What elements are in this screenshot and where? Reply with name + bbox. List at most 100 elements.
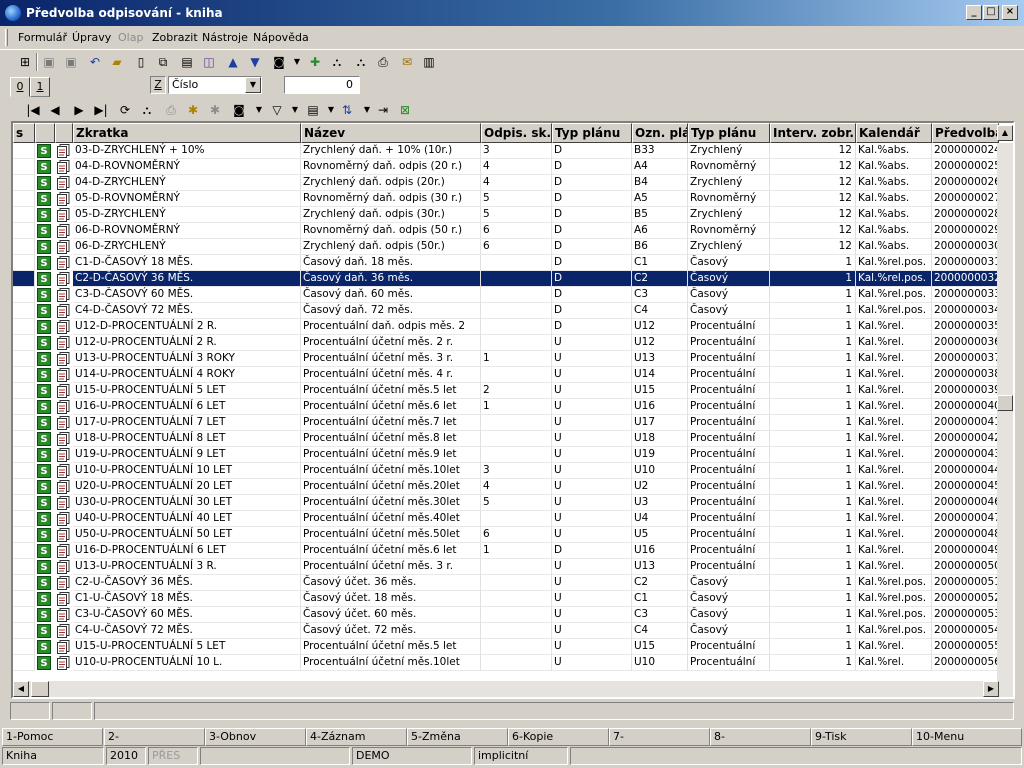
table-row[interactable]: S 06-D-ROVNOMĚRNÝ Rovnoměrný daň. odpis (5… <box>13 223 999 239</box>
vertical-scrollbar[interactable] <box>997 143 1013 681</box>
cell-kalendar[interactable]: Kal.%rel. <box>856 447 932 463</box>
arrow-up-icon[interactable]: ▲ <box>224 53 242 71</box>
clipboard-icon[interactable]: ▥ <box>420 53 438 71</box>
cell-typ-planu[interactable]: U <box>552 415 632 431</box>
cell-odpis-sk[interactable] <box>481 623 552 639</box>
cell-typ-planu[interactable]: U <box>552 367 632 383</box>
cell-typ-planu[interactable]: D <box>552 271 632 287</box>
undo-icon[interactable]: ↶ <box>86 53 104 71</box>
cell-odpis-sk[interactable] <box>481 287 552 303</box>
fkey-10[interactable]: 10-Menu <box>912 728 1022 746</box>
cell-ozn-planu[interactable]: U15 <box>632 383 688 399</box>
cell-zkratka[interactable]: U20-U-PROCENTUÁLNÍ 20 LET <box>73 479 301 495</box>
cell-predvolba[interactable]: 2000000045 <box>932 479 999 495</box>
table-row[interactable]: S U16-D-PROCENTUÁLNÍ 6 LET Procentuální úč… <box>13 543 999 559</box>
cell-predvolba[interactable]: 2000000042 <box>932 431 999 447</box>
table-row[interactable]: S U12-D-PROCENTUÁLNÍ 2 R. Procentuální daň… <box>13 319 999 335</box>
cell-zkratka[interactable]: 05-D-ZRYCHLENÝ <box>73 207 301 223</box>
cell-typ-planu-2[interactable]: Procentuální <box>688 383 770 399</box>
tab-1[interactable]: 1 <box>30 77 50 97</box>
refresh-icon[interactable]: ⟳ <box>116 101 134 119</box>
row-selector[interactable] <box>13 335 35 351</box>
cell-nazev[interactable]: Zrychlený daň. odpis (50r.) <box>301 239 481 255</box>
cell-nazev[interactable]: Časový účet. 18 měs. <box>301 591 481 607</box>
cell-nazev[interactable]: Procentuální účetní měs.10let <box>301 463 481 479</box>
cell-zkratka[interactable]: U50-U-PROCENTUÁLNÍ 50 LET <box>73 527 301 543</box>
cell-zkratka[interactable]: C1-D-ČASOVÝ 18 MĚS. <box>73 255 301 271</box>
cell-odpis-sk[interactable] <box>481 255 552 271</box>
cell-predvolba[interactable]: 2000000027 <box>932 191 999 207</box>
cell-kalendar[interactable]: Kal.%rel. <box>856 415 932 431</box>
cell-odpis-sk[interactable] <box>481 575 552 591</box>
tree-icon[interactable]: ⊞ <box>16 53 34 71</box>
cell-odpis-sk[interactable]: 3 <box>481 143 552 159</box>
column-header-odpis-sk[interactable]: Odpis. sk. <box>481 123 552 143</box>
cell-kalendar[interactable]: Kal.%rel. <box>856 431 932 447</box>
camera-icon[interactable]: ◙ <box>230 101 248 119</box>
cell-odpis-sk[interactable] <box>481 591 552 607</box>
cell-interv-zobr[interactable]: 1 <box>770 255 856 271</box>
cell-typ-planu[interactable]: U <box>552 479 632 495</box>
cell-interv-zobr[interactable]: 1 <box>770 335 856 351</box>
fkey-4[interactable]: 4-Záznam <box>306 728 407 746</box>
row-selector[interactable] <box>13 607 35 623</box>
cell-odpis-sk[interactable] <box>481 415 552 431</box>
cell-ozn-planu[interactable]: U12 <box>632 319 688 335</box>
cell-kalendar[interactable]: Kal.%rel. <box>856 335 932 351</box>
cell-typ-planu-2[interactable]: Procentuální <box>688 399 770 415</box>
table-row[interactable]: S U17-U-PROCENTUÁLNÍ 7 LET Procentuální úč… <box>13 415 999 431</box>
cell-typ-planu[interactable]: D <box>552 319 632 335</box>
cell-zkratka[interactable]: U40-U-PROCENTUÁLNÍ 40 LET <box>73 511 301 527</box>
cell-predvolba[interactable]: 2000000055 <box>932 639 999 655</box>
cell-zkratka[interactable]: U10-U-PROCENTUÁLNÍ 10 LET <box>73 463 301 479</box>
row-selector[interactable] <box>13 575 35 591</box>
cell-odpis-sk[interactable] <box>481 303 552 319</box>
cell-interv-zobr[interactable]: 1 <box>770 319 856 335</box>
table-row[interactable]: S 04-D-ROVNOMĚRNÝ Rovnoměrný daň. odpis (2… <box>13 159 999 175</box>
cell-predvolba[interactable]: 2000000056 <box>932 655 999 671</box>
cell-interv-zobr[interactable]: 12 <box>770 239 856 255</box>
fkey-9[interactable]: 9-Tisk <box>811 728 912 746</box>
row-selector[interactable] <box>13 415 35 431</box>
row-selector[interactable] <box>13 255 35 271</box>
cell-odpis-sk[interactable] <box>481 335 552 351</box>
row-selector[interactable] <box>13 399 35 415</box>
cell-predvolba[interactable]: 2000000053 <box>932 607 999 623</box>
cell-typ-planu[interactable]: D <box>552 223 632 239</box>
row-selector[interactable] <box>13 287 35 303</box>
cell-nazev[interactable]: Časový daň. 36 měs. <box>301 271 481 287</box>
row-selector[interactable] <box>13 223 35 239</box>
menu-upravy[interactable]: Úpravy <box>72 31 111 44</box>
scroll-left-icon[interactable]: ◀ <box>13 681 29 697</box>
row-selector[interactable] <box>13 479 35 495</box>
cell-kalendar[interactable]: Kal.%rel. <box>856 655 932 671</box>
cell-zkratka[interactable]: U16-U-PROCENTUÁLNÍ 6 LET <box>73 399 301 415</box>
cell-nazev[interactable]: Zrychlený daň. odpis (30r.) <box>301 207 481 223</box>
cell-ozn-planu[interactable]: U2 <box>632 479 688 495</box>
print-icon[interactable]: ⎙ <box>162 101 180 119</box>
cell-zkratka[interactable]: 04-D-ZRYCHLENÝ <box>73 175 301 191</box>
cell-odpis-sk[interactable]: 6 <box>481 223 552 239</box>
table-row[interactable]: S U14-U-PROCENTUÁLNÍ 4 ROKY Procentuální ú… <box>13 367 999 383</box>
cell-ozn-planu[interactable]: U4 <box>632 511 688 527</box>
cell-kalendar[interactable]: Kal.%abs. <box>856 207 932 223</box>
cell-typ-planu[interactable]: D <box>552 303 632 319</box>
cell-nazev[interactable]: Procentuální účetní měs.7 let <box>301 415 481 431</box>
cell-interv-zobr[interactable]: 1 <box>770 559 856 575</box>
export-icon[interactable]: ⊠ <box>396 101 414 119</box>
cell-typ-planu[interactable]: D <box>552 159 632 175</box>
cell-ozn-planu[interactable]: A5 <box>632 191 688 207</box>
cell-kalendar[interactable]: Kal.%rel. <box>856 543 932 559</box>
row-selector[interactable] <box>13 383 35 399</box>
table-row[interactable]: S C4-D-ČASOVÝ 72 MĚS. Časový daň. 72 měs. D… <box>13 303 999 319</box>
row-selector[interactable] <box>13 511 35 527</box>
cell-predvolba[interactable]: 2000000041 <box>932 415 999 431</box>
table-row[interactable]: S U12-U-PROCENTUÁLNÍ 2 R. Procentuální úče… <box>13 335 999 351</box>
row-selector[interactable] <box>13 239 35 255</box>
cell-nazev[interactable]: Procentuální účetní měs. 3 r. <box>301 559 481 575</box>
cell-kalendar[interactable]: Kal.%rel. <box>856 351 932 367</box>
row-selector[interactable] <box>13 495 35 511</box>
next-record-icon[interactable]: ▶ <box>70 101 88 119</box>
menu-napoveda[interactable]: Nápověda <box>253 31 309 44</box>
row-selector[interactable] <box>13 591 35 607</box>
